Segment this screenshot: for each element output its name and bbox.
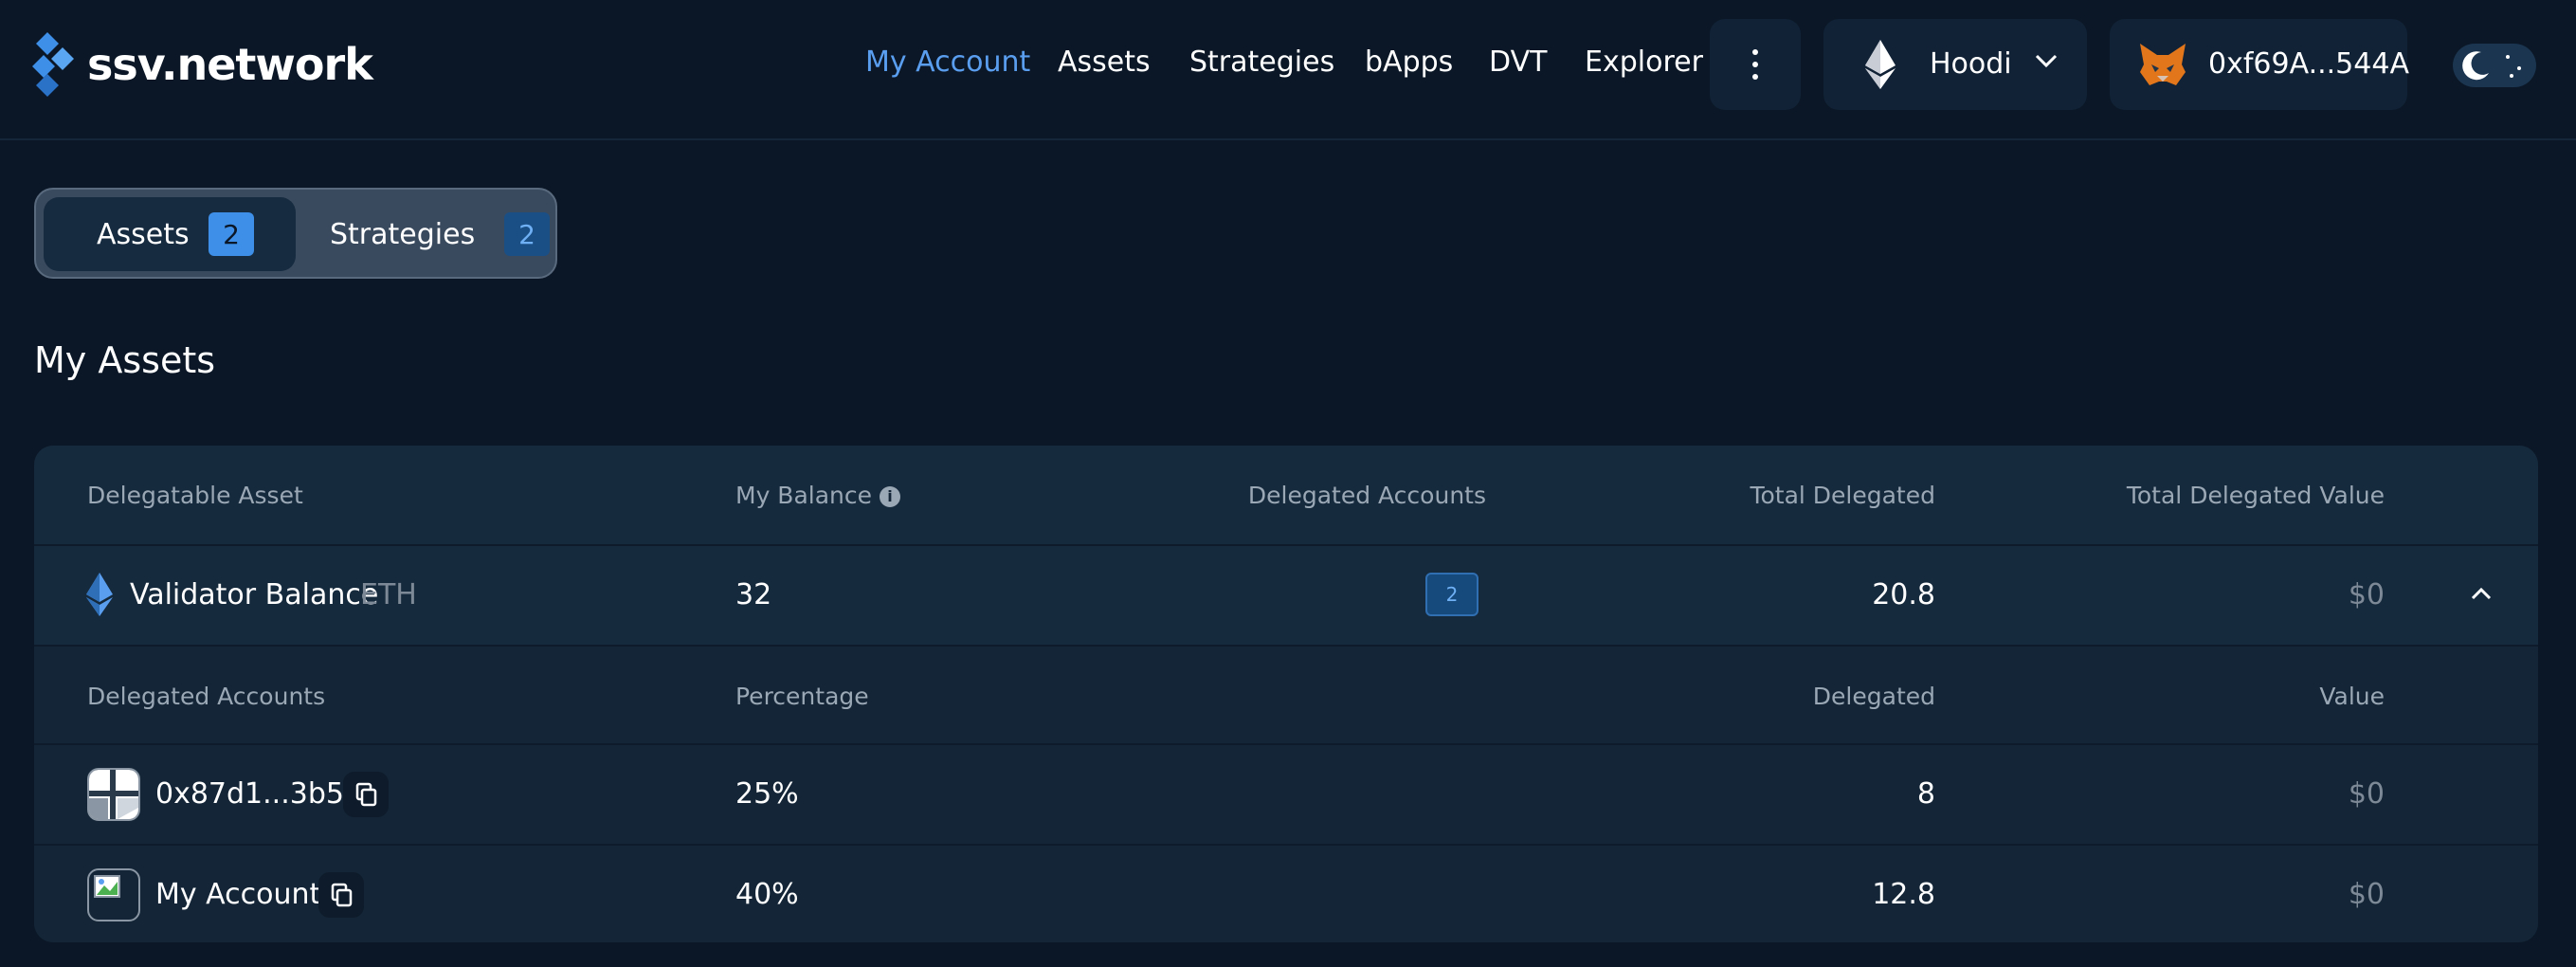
asset-name: Validator Balance [130, 578, 379, 611]
page-title: My Assets [34, 339, 216, 381]
col-delegated-accounts: Delegated Accounts [1247, 482, 1486, 509]
moon-icon [2458, 48, 2493, 86]
ssv-logo-icon [32, 32, 78, 97]
col-total-delegated: Total Delegated [1750, 482, 1935, 509]
kebab-menu-icon [1752, 49, 1758, 55]
wallet-button[interactable]: 0xf69A...544A [2110, 19, 2409, 110]
table-header: Delegatable Asset My Balance i Delegated … [34, 446, 2538, 544]
col-balance: My Balance i [735, 482, 901, 509]
count-badge: 2 [209, 212, 254, 256]
asset-symbol: ETH [360, 578, 417, 611]
col-value: Value [2319, 683, 2385, 710]
top-header: ssv.network My Account Assets Strategies… [0, 0, 2576, 140]
metamask-fox-icon [2138, 44, 2187, 91]
network-selector[interactable]: Hoodi [1823, 19, 2087, 110]
col-accounts: Delegated Accounts [87, 683, 326, 710]
chevron-up-icon[interactable] [2470, 586, 2493, 605]
logo-text: ssv.network [87, 39, 373, 90]
avatar [87, 868, 140, 921]
ethereum-icon [85, 573, 114, 620]
total-delegated: 20.8 [1872, 578, 1935, 611]
total-delegated-value: $0 [2348, 578, 2385, 611]
info-icon[interactable]: i [880, 486, 901, 507]
network-label: Hoodi [1930, 47, 2012, 81]
list-item[interactable]: My Account 40% 12.8 $0 [34, 844, 2538, 942]
logo[interactable]: ssv.network [32, 32, 373, 97]
value: $0 [2348, 878, 2385, 911]
nav-bapps[interactable]: bApps [1365, 46, 1453, 79]
delegated: 12.8 [1872, 878, 1935, 911]
theme-toggle[interactable] [2453, 44, 2536, 87]
ethereum-icon [1863, 40, 1897, 93]
list-item[interactable]: 0x87d1...3b54 25% 8 $0 [34, 743, 2538, 844]
wallet-address: 0xf69A...544A [2208, 47, 2409, 81]
count-badge: 2 [504, 212, 550, 256]
more-menu-button[interactable] [1710, 19, 1801, 110]
nav-dvt[interactable]: DVT [1489, 46, 1547, 79]
col-total-value: Total Delegated Value [2126, 482, 2385, 509]
accounts-count-badge: 2 [1425, 573, 1478, 616]
assets-table: Delegatable Asset My Balance i Delegated … [34, 446, 2538, 942]
value: $0 [2348, 777, 2385, 811]
copy-button[interactable] [343, 772, 389, 817]
view-tabs: Assets 2 Strategies 2 [34, 188, 557, 279]
copy-icon [331, 883, 353, 907]
copy-icon [355, 782, 377, 807]
tab-label: Strategies [330, 218, 476, 251]
nav-my-account[interactable]: My Account [865, 46, 1030, 79]
nav-assets[interactable]: Assets [1058, 46, 1151, 79]
tab-strategies[interactable]: Strategies 2 [303, 197, 550, 271]
account-address: 0x87d1...3b54 [155, 777, 363, 811]
account-name: My Account [155, 878, 321, 911]
copy-button[interactable] [318, 872, 364, 918]
table-row[interactable]: Validator Balance ETH 32 2 20.8 $0 [34, 544, 2538, 645]
percentage: 25% [735, 777, 799, 811]
col-delegated: Delegated [1812, 683, 1935, 710]
nav-explorer[interactable]: Explorer [1585, 46, 1703, 79]
tab-label: Assets [97, 218, 190, 251]
col-asset: Delegatable Asset [87, 482, 303, 509]
percentage: 40% [735, 878, 799, 911]
chevron-down-icon [2034, 53, 2059, 72]
nav-strategies[interactable]: Strategies [1189, 46, 1334, 79]
tab-assets[interactable]: Assets 2 [44, 197, 296, 271]
delegated: 8 [1916, 777, 1935, 811]
sub-table-header: Delegated Accounts Percentage Delegated … [34, 645, 2538, 743]
my-balance: 32 [735, 578, 772, 611]
col-percentage: Percentage [735, 683, 869, 710]
avatar [87, 768, 140, 821]
star-icon [2506, 55, 2510, 59]
